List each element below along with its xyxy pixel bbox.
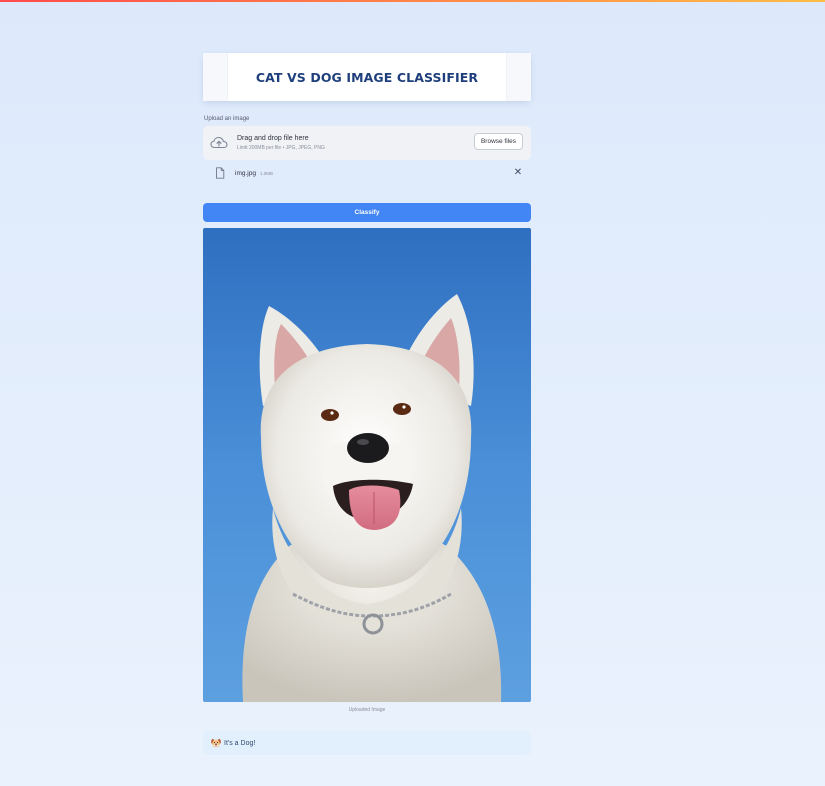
title-card-right-panel xyxy=(506,53,531,101)
file-dropzone[interactable]: Drag and drop file here Limit 200MB per … xyxy=(203,126,531,160)
uploaded-image xyxy=(203,228,531,702)
title-card-left-panel xyxy=(203,53,228,101)
file-icon xyxy=(215,167,225,179)
file-size: 1.0MB xyxy=(259,170,273,176)
title-card: CAT VS DOG IMAGE CLASSIFIER xyxy=(203,53,531,101)
prediction-text: It's a Dog! xyxy=(224,739,256,747)
dropzone-instructions: Drag and drop file here xyxy=(237,135,309,142)
upload-label: Upload an image xyxy=(204,116,250,122)
dog-face-icon xyxy=(211,738,221,748)
dropzone-limit-text: Limit 200MB per file • JPG, JPEG, PNG xyxy=(237,145,325,151)
file-name: img.jpg xyxy=(235,169,256,177)
uploaded-file-row: img.jpg 1.0MB ✕ xyxy=(203,160,531,186)
prediction-result: It's a Dog! xyxy=(203,731,531,755)
top-decoration-bar xyxy=(0,0,825,2)
close-icon[interactable]: ✕ xyxy=(513,167,523,179)
image-caption: Uploaded Image xyxy=(348,707,386,713)
dropzone-text: Drag and drop file here Limit 200MB per … xyxy=(237,134,325,152)
browse-files-button[interactable]: Browse files xyxy=(473,133,523,150)
classify-button[interactable]: Classify xyxy=(203,203,531,222)
main-column: CAT VS DOG IMAGE CLASSIFIER Upload an im… xyxy=(203,53,531,755)
cloud-upload-icon xyxy=(210,136,228,150)
page-title: CAT VS DOG IMAGE CLASSIFIER xyxy=(255,69,479,85)
